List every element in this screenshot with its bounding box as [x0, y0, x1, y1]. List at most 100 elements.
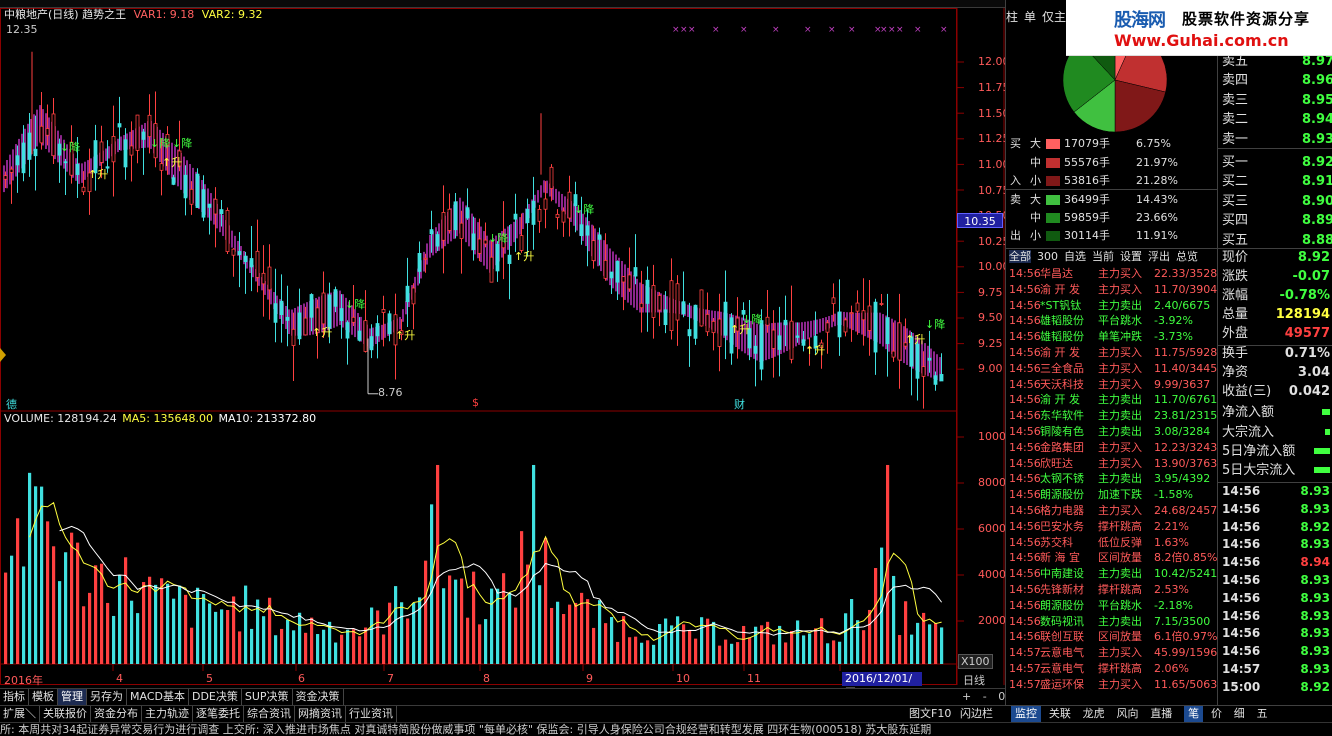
- trade-row[interactable]: 14:56 格力电器 主力买入 24.68/2457: [1006, 503, 1218, 519]
- zoom-in-button[interactable]: +: [962, 690, 971, 703]
- tab-monitor[interactable]: 监控: [1011, 706, 1041, 722]
- trade-time: 14:56: [1009, 361, 1041, 375]
- tick-row[interactable]: 14:56 8.93: [1222, 572, 1330, 590]
- trade-row[interactable]: 14:56 联创互联 区间放量 6.1倍0.97%: [1006, 629, 1218, 645]
- tab-detail[interactable]: 细: [1230, 706, 1249, 722]
- trade-row[interactable]: 14:57 云意电气 主力买入 45.99/1596: [1006, 645, 1218, 661]
- bid-row[interactable]: 买二 8.91: [1222, 172, 1332, 191]
- filter-current[interactable]: 当前: [1092, 250, 1114, 263]
- tick-row[interactable]: 14:56 8.93: [1222, 608, 1330, 626]
- tab-web-news[interactable]: 网摘资讯: [295, 706, 346, 722]
- filter-float[interactable]: 浮出: [1148, 250, 1170, 263]
- tick-row[interactable]: 14:57 8.93: [1222, 661, 1330, 679]
- tick-row[interactable]: 14:56 8.93: [1222, 536, 1330, 554]
- trade-row[interactable]: 14:56 欣旺达 主力买入 13.90/3763: [1006, 456, 1218, 472]
- ask-row[interactable]: 卖四 8.96: [1222, 71, 1332, 90]
- trade-row[interactable]: 14:56 三全食品 主力买入 11.40/3445: [1006, 361, 1218, 377]
- filter-watchlist[interactable]: 自选: [1064, 250, 1086, 263]
- candle-body: [405, 285, 410, 303]
- trade-row[interactable]: 14:56 渝 开 发 主力卖出 11.70/6761: [1006, 392, 1218, 408]
- x100-button[interactable]: X100: [958, 654, 993, 669]
- trade-row[interactable]: 14:56 先锋新材 撑杆跳高 2.53%: [1006, 582, 1218, 598]
- tab-dde[interactable]: DDE决策: [189, 689, 242, 705]
- ask-row[interactable]: 卖一 8.93: [1222, 130, 1332, 149]
- candle-body: [33, 148, 38, 157]
- filter-overview[interactable]: 总览: [1176, 250, 1198, 263]
- trade-stock: 金路集团: [1040, 440, 1084, 454]
- tab-macd[interactable]: MACD基本: [127, 689, 189, 705]
- monitor-filter-bar: 全部 300 自选 当前 设置 浮出 总览: [1006, 248, 1218, 264]
- tab-single[interactable]: 单: [1024, 10, 1036, 24]
- tab-related-quote[interactable]: 关联报价: [40, 706, 91, 722]
- tab-related[interactable]: 关联: [1045, 706, 1075, 722]
- ask-row[interactable]: 卖三 8.95: [1222, 91, 1332, 110]
- down-signal-label: ↓降: [172, 136, 192, 150]
- candle-body: [435, 234, 440, 247]
- trade-row[interactable]: 14:56 东华软件 主力卖出 23.81/2315: [1006, 408, 1218, 424]
- trade-row[interactable]: 14:56 华昌达 主力买入 22.33/3528: [1006, 266, 1218, 282]
- scroll-left-arrow[interactable]: [0, 348, 6, 362]
- candle-body: [939, 374, 944, 382]
- tab-template[interactable]: 模板: [29, 689, 58, 705]
- tab-live[interactable]: 直播: [1146, 706, 1176, 722]
- tab-indicator[interactable]: 指标: [0, 689, 29, 705]
- tab-save-as[interactable]: 另存为: [87, 689, 127, 705]
- period-label[interactable]: 日线: [963, 672, 985, 688]
- trade-row[interactable]: 14:56 朗源股份 加速下跌 -1.58%: [1006, 487, 1218, 503]
- kline-chart-canvas[interactable]: ↓降↑升↓降 ↓降↑升↓降↑升 ↑升↓降↑升↓降↓降↑升↑升↓降↑升× × × × × × × ×…: [0, 8, 1005, 686]
- trade-row[interactable]: 14:56 数码视讯 主力卖出 7.15/3500: [1006, 614, 1218, 630]
- filter-300[interactable]: 300: [1037, 250, 1058, 263]
- trade-row[interactable]: 14:56 新 海 宜 区间放量 8.2倍0.85%: [1006, 550, 1218, 566]
- tab-price[interactable]: 价: [1207, 706, 1226, 722]
- quote-stat: 涨跌 -0.07: [1222, 267, 1330, 286]
- tab-tick[interactable]: 笔: [1184, 706, 1204, 722]
- trade-row[interactable]: 14:56 巴安水务 撑杆跳高 2.21%: [1006, 519, 1218, 535]
- trade-row[interactable]: 14:56 天沃科技 主力买入 9.99/3637: [1006, 377, 1218, 393]
- ask-row[interactable]: 卖二 8.94: [1222, 110, 1332, 129]
- tab-fund-dist[interactable]: 资金分布: [91, 706, 142, 722]
- tick-row[interactable]: 14:56 8.94: [1222, 554, 1330, 572]
- trade-row[interactable]: 14:56 金路集团 主力买入 12.23/3243: [1006, 440, 1218, 456]
- trade-row[interactable]: 14:56 渝 开 发 主力买入 11.70/3904: [1006, 282, 1218, 298]
- tab-trend[interactable]: 风向: [1112, 706, 1142, 722]
- trade-row[interactable]: 14:56 苏交科 低位反弹 1.63%: [1006, 535, 1218, 551]
- tick-row[interactable]: 14:56 8.93: [1222, 501, 1330, 519]
- trade-row[interactable]: 14:56 渝 开 发 主力买入 11.75/5928: [1006, 345, 1218, 361]
- tab-industry-news[interactable]: 行业资讯: [346, 706, 397, 722]
- tick-row[interactable]: 15:00 8.92: [1222, 679, 1330, 697]
- trade-row[interactable]: 14:56 *ST钒钛 主力卖出 2.40/6675: [1006, 298, 1218, 314]
- trade-row[interactable]: 14:56 铜陵有色 主力卖出 3.08/3284: [1006, 424, 1218, 440]
- tick-row[interactable]: 14:56 8.93: [1222, 643, 1330, 661]
- tab-news[interactable]: 综合资讯: [244, 706, 295, 722]
- trade-row[interactable]: 14:56 雄韬股份 平台跳水 -3.92%: [1006, 313, 1218, 329]
- trade-row[interactable]: 14:56 朗源股份 平台跳水 -2.18%: [1006, 598, 1218, 614]
- news-ticker[interactable]: 所: 本周共对34起证券异常交易行为进行调查 上交所: 深入推进市场焦点 对真诚…: [0, 722, 1332, 736]
- filter-settings[interactable]: 设置: [1120, 250, 1142, 263]
- tab-longhu[interactable]: 龙虎: [1079, 706, 1109, 722]
- bid-row[interactable]: 买一 8.92: [1222, 153, 1332, 172]
- trade-row[interactable]: 14:56 中南建设 主力卖出 10.42/5241: [1006, 566, 1218, 582]
- tick-row[interactable]: 14:56 8.93: [1222, 483, 1330, 501]
- tab-fund[interactable]: 资金决策: [293, 689, 344, 705]
- f10-button[interactable]: 图文F10: [906, 706, 954, 722]
- trade-row[interactable]: 14:57 云意电气 撑杆跳高 2.06%: [1006, 661, 1218, 677]
- trade-row[interactable]: 14:57 盛运环保 主力买入 11.65/5063: [1006, 677, 1218, 693]
- trade-row[interactable]: 14:56 雄韬股份 单笔冲跌 -3.73%: [1006, 329, 1218, 345]
- tab-expand[interactable]: 扩展＼: [0, 706, 40, 722]
- trade-row[interactable]: 14:56 太钢不锈 主力卖出 3.95/4392: [1006, 471, 1218, 487]
- zoom-out-button[interactable]: -: [983, 690, 987, 703]
- tick-row[interactable]: 14:56 8.93: [1222, 590, 1330, 608]
- tab-five[interactable]: 五: [1253, 706, 1272, 722]
- tick-row[interactable]: 14:56 8.92: [1222, 519, 1330, 537]
- tab-sup[interactable]: SUP决策: [242, 689, 293, 705]
- flow-side: 入: [1010, 174, 1021, 187]
- filter-all[interactable]: 全部: [1009, 250, 1031, 263]
- tick-row[interactable]: 14:56 8.93: [1222, 625, 1330, 643]
- kline-chart-panel[interactable]: ↓降 ↑升 ↓降 ↓降 ↑升 ↓降 ↑升 ↑升 ↓降 ↑升 ↓降 ↓降 ↑升 ↑升 ↓降 ↑升 × × × × × × × ×…: [0, 8, 1013, 699]
- tab-manage[interactable]: 管理: [58, 689, 87, 705]
- tab-main-track[interactable]: 主力轨迹: [142, 706, 193, 722]
- tab-order-detail[interactable]: 逐笔委托: [193, 706, 244, 722]
- bid-row[interactable]: 买三 8.90: [1222, 192, 1332, 211]
- bid-row[interactable]: 买四 8.89: [1222, 211, 1332, 230]
- tab-bar-chart[interactable]: 柱: [1006, 10, 1018, 24]
